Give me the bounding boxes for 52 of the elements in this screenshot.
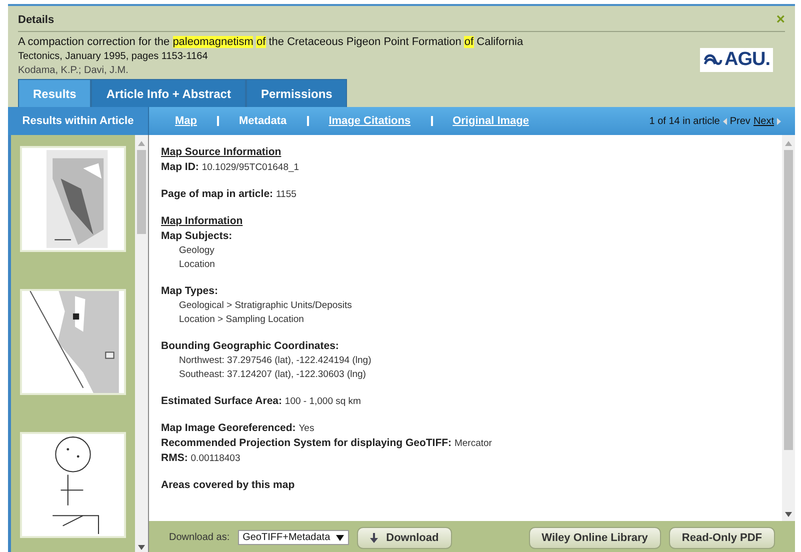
view-link[interactable]: Image Citations bbox=[328, 115, 411, 127]
logo-text: AGU. bbox=[724, 49, 770, 71]
article-citation: Tectonics, January 1995, pages 1153-1164 bbox=[18, 51, 209, 62]
chevron-left-icon bbox=[722, 118, 727, 124]
scroll-down-icon[interactable] bbox=[138, 545, 145, 550]
tab[interactable]: Results bbox=[18, 79, 92, 107]
field-text: Estimated Surface Area: 100 - 1,000 sq km bbox=[161, 394, 362, 409]
scroll-thumb[interactable] bbox=[137, 150, 146, 234]
pager-position: 1 of 14 in article bbox=[649, 116, 720, 126]
scroll-down-icon[interactable] bbox=[785, 512, 792, 517]
dropdown-caret-icon bbox=[336, 534, 344, 540]
next-link[interactable]: Next bbox=[753, 116, 774, 126]
field-value: Location bbox=[178, 258, 216, 272]
field-text: Recommended Projection System for displaying GeoTIFF: Mercator bbox=[161, 436, 493, 451]
scroll-up-icon[interactable] bbox=[785, 141, 792, 146]
view-link[interactable]: Metadata bbox=[239, 115, 287, 127]
field-text: RMS: 0.00118403 bbox=[161, 451, 242, 466]
view-link[interactable]: Original Image bbox=[452, 115, 530, 127]
scroll-up-icon[interactable] bbox=[138, 141, 145, 146]
field-text: Map Image Georeferenced: Yes bbox=[161, 421, 316, 436]
field-value: Geology bbox=[178, 244, 216, 258]
field-label: Map Types: bbox=[161, 284, 219, 299]
field-label: Bounding Geographic Coordinates: bbox=[161, 339, 340, 354]
field-label: Areas covered by this map bbox=[161, 478, 296, 493]
footer-button[interactable]: Read-Only PDF bbox=[668, 526, 775, 548]
sidebar-title: Results within Article bbox=[22, 115, 134, 127]
scrollbar[interactable] bbox=[135, 135, 148, 552]
arrow-down-icon bbox=[370, 532, 378, 542]
format-select[interactable]: GeoTIFF+Metadata bbox=[238, 530, 350, 545]
field-text: Page of map in article: 1155 bbox=[161, 187, 298, 202]
field-value: Southeast: 37.124207 (lat), -122.30603 (lng) bbox=[178, 368, 367, 382]
section-heading: Map Source Information bbox=[161, 145, 282, 160]
view-link[interactable]: Map bbox=[175, 115, 197, 127]
field-label: Map Subjects: bbox=[161, 229, 234, 244]
footer-button[interactable]: Wiley Online Library bbox=[528, 526, 661, 548]
field-text: Map ID: 10.1029/95TC01648_1 bbox=[161, 160, 300, 175]
field-value: Location > Sampling Location bbox=[178, 313, 305, 327]
tab[interactable]: Permissions bbox=[246, 79, 348, 107]
scroll-thumb[interactable] bbox=[784, 150, 793, 450]
article-authors: Kodama, K.P.; Davi, J.M. bbox=[18, 65, 130, 76]
download-label: Download as: bbox=[169, 532, 230, 543]
prev-link[interactable]: Prev bbox=[730, 116, 750, 126]
scrollbar[interactable] bbox=[782, 135, 795, 521]
wave-icon bbox=[702, 52, 722, 68]
dialog-title: Details bbox=[18, 14, 54, 26]
field-value: Northwest: 37.297546 (lat), -122.424194 (lng) bbox=[178, 354, 372, 368]
tab[interactable]: Article Info + Abstract bbox=[91, 79, 246, 107]
article-title: A compaction correction for the paleomagnetism of the Cretaceous Pigeon Point Formation of California bbox=[18, 36, 524, 48]
section-heading: Map Information bbox=[161, 214, 244, 229]
field-value: Geological > Stratigraphic Units/Deposits bbox=[178, 299, 353, 313]
download-button[interactable]: Download bbox=[357, 526, 452, 548]
chevron-right-icon bbox=[777, 118, 781, 124]
